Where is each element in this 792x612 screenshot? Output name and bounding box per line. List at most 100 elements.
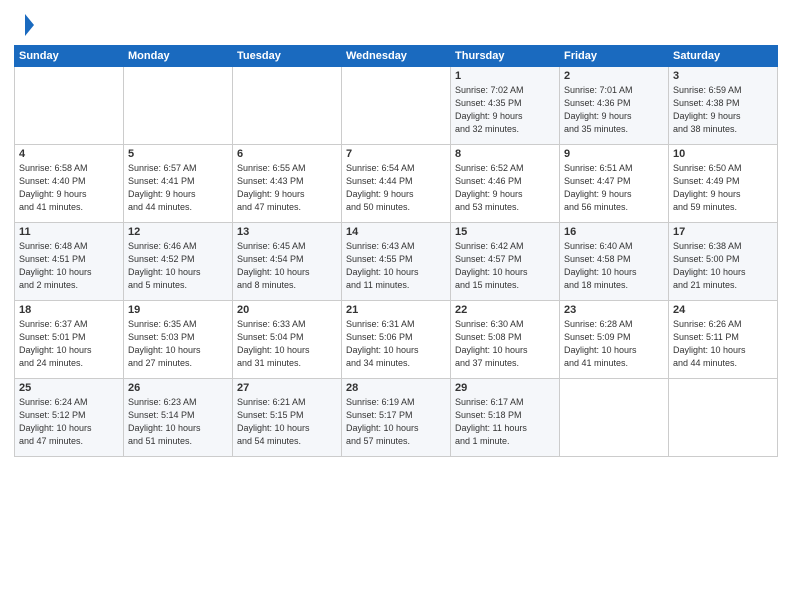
col-header-thursday: Thursday bbox=[451, 45, 560, 66]
day-cell: 27 Sunrise: 6:21 AM Sunset: 5:15 PM Dayli… bbox=[233, 378, 342, 456]
day-cell: 3 Sunrise: 6:59 AM Sunset: 4:38 PM Daylig… bbox=[669, 66, 778, 144]
day-cell bbox=[669, 378, 778, 456]
day-cell: 4 Sunrise: 6:58 AM Sunset: 4:40 PM Daylig… bbox=[15, 144, 124, 222]
day-number: 20 bbox=[237, 304, 337, 316]
day-cell: 25 Sunrise: 6:24 AM Sunset: 5:12 PM Dayli… bbox=[15, 378, 124, 456]
day-cell: 10 Sunrise: 6:50 AM Sunset: 4:49 PM Dayli… bbox=[669, 144, 778, 222]
day-cell: 18Sunrise: 6:37 AM Sunset: 5:01 PM Dayli… bbox=[15, 300, 124, 378]
day-number: 28 bbox=[346, 382, 446, 394]
logo bbox=[14, 14, 34, 41]
day-info: Sunrise: 6:28 AM Sunset: 5:09 PM Dayligh… bbox=[564, 318, 664, 370]
day-number: 17 bbox=[673, 226, 773, 238]
day-number: 24 bbox=[673, 304, 773, 316]
col-header-saturday: Saturday bbox=[669, 45, 778, 66]
day-info: Sunrise: 6:42 AM Sunset: 4:57 PM Dayligh… bbox=[455, 240, 555, 292]
day-number: 26 bbox=[128, 382, 228, 394]
day-cell: 20 Sunrise: 6:33 AM Sunset: 5:04 PM Dayli… bbox=[233, 300, 342, 378]
day-cell: 11Sunrise: 6:48 AM Sunset: 4:51 PM Dayli… bbox=[15, 222, 124, 300]
day-cell: 5Sunrise: 6:57 AM Sunset: 4:41 PM Daylig… bbox=[124, 144, 233, 222]
day-number: 1 bbox=[455, 70, 555, 82]
day-info: Sunrise: 6:26 AM Sunset: 5:11 PM Dayligh… bbox=[673, 318, 773, 370]
day-number: 12 bbox=[128, 226, 228, 238]
day-cell: 22 Sunrise: 6:30 AM Sunset: 5:08 PM Dayli… bbox=[451, 300, 560, 378]
day-cell: 6 Sunrise: 6:55 AM Sunset: 4:43 PM Daylig… bbox=[233, 144, 342, 222]
week-row-2: 4 Sunrise: 6:58 AM Sunset: 4:40 PM Daylig… bbox=[15, 144, 778, 222]
week-row-1: 1 Sunrise: 7:02 AM Sunset: 4:35 PM Daylig… bbox=[15, 66, 778, 144]
day-info: Sunrise: 6:57 AM Sunset: 4:41 PM Dayligh… bbox=[128, 162, 228, 214]
calendar-table: SundayMondayTuesdayWednesdayThursdayFrid… bbox=[14, 45, 778, 457]
week-row-4: 18Sunrise: 6:37 AM Sunset: 5:01 PM Dayli… bbox=[15, 300, 778, 378]
day-info: Sunrise: 6:30 AM Sunset: 5:08 PM Dayligh… bbox=[455, 318, 555, 370]
day-cell: 8 Sunrise: 6:52 AM Sunset: 4:46 PM Daylig… bbox=[451, 144, 560, 222]
day-info: Sunrise: 6:24 AM Sunset: 5:12 PM Dayligh… bbox=[19, 396, 119, 448]
day-cell: 23 Sunrise: 6:28 AM Sunset: 5:09 PM Dayli… bbox=[560, 300, 669, 378]
day-cell: 9Sunrise: 6:51 AM Sunset: 4:47 PM Daylig… bbox=[560, 144, 669, 222]
day-cell bbox=[342, 66, 451, 144]
day-number: 23 bbox=[564, 304, 664, 316]
day-number: 2 bbox=[564, 70, 664, 82]
day-info: Sunrise: 6:59 AM Sunset: 4:38 PM Dayligh… bbox=[673, 84, 773, 136]
day-number: 7 bbox=[346, 148, 446, 160]
day-info: Sunrise: 6:54 AM Sunset: 4:44 PM Dayligh… bbox=[346, 162, 446, 214]
day-info: Sunrise: 6:31 AM Sunset: 5:06 PM Dayligh… bbox=[346, 318, 446, 370]
day-cell: 24 Sunrise: 6:26 AM Sunset: 5:11 PM Dayli… bbox=[669, 300, 778, 378]
day-number: 4 bbox=[19, 148, 119, 160]
day-cell: 13 Sunrise: 6:45 AM Sunset: 4:54 PM Dayli… bbox=[233, 222, 342, 300]
day-number: 29 bbox=[455, 382, 555, 394]
day-info: Sunrise: 7:01 AM Sunset: 4:36 PM Dayligh… bbox=[564, 84, 664, 136]
day-cell bbox=[560, 378, 669, 456]
day-cell: 15Sunrise: 6:42 AM Sunset: 4:57 PM Dayli… bbox=[451, 222, 560, 300]
day-number: 22 bbox=[455, 304, 555, 316]
day-cell bbox=[15, 66, 124, 144]
day-number: 18 bbox=[19, 304, 119, 316]
day-cell bbox=[124, 66, 233, 144]
day-info: Sunrise: 6:21 AM Sunset: 5:15 PM Dayligh… bbox=[237, 396, 337, 448]
day-cell bbox=[233, 66, 342, 144]
col-header-monday: Monday bbox=[124, 45, 233, 66]
day-cell: 29 Sunrise: 6:17 AM Sunset: 5:18 PM Dayli… bbox=[451, 378, 560, 456]
col-header-tuesday: Tuesday bbox=[233, 45, 342, 66]
day-info: Sunrise: 6:35 AM Sunset: 5:03 PM Dayligh… bbox=[128, 318, 228, 370]
day-info: Sunrise: 6:45 AM Sunset: 4:54 PM Dayligh… bbox=[237, 240, 337, 292]
day-cell: 2 Sunrise: 7:01 AM Sunset: 4:36 PM Daylig… bbox=[560, 66, 669, 144]
day-cell: 7 Sunrise: 6:54 AM Sunset: 4:44 PM Daylig… bbox=[342, 144, 451, 222]
header-row bbox=[14, 10, 778, 41]
day-info: Sunrise: 6:58 AM Sunset: 4:40 PM Dayligh… bbox=[19, 162, 119, 214]
day-info: Sunrise: 7:02 AM Sunset: 4:35 PM Dayligh… bbox=[455, 84, 555, 136]
day-number: 13 bbox=[237, 226, 337, 238]
day-number: 27 bbox=[237, 382, 337, 394]
day-info: Sunrise: 6:43 AM Sunset: 4:55 PM Dayligh… bbox=[346, 240, 446, 292]
week-row-3: 11Sunrise: 6:48 AM Sunset: 4:51 PM Dayli… bbox=[15, 222, 778, 300]
day-number: 10 bbox=[673, 148, 773, 160]
day-cell: 26 Sunrise: 6:23 AM Sunset: 5:14 PM Dayli… bbox=[124, 378, 233, 456]
day-number: 11 bbox=[19, 226, 119, 238]
day-number: 3 bbox=[673, 70, 773, 82]
day-info: Sunrise: 6:33 AM Sunset: 5:04 PM Dayligh… bbox=[237, 318, 337, 370]
col-header-wednesday: Wednesday bbox=[342, 45, 451, 66]
header-row-days: SundayMondayTuesdayWednesdayThursdayFrid… bbox=[15, 45, 778, 66]
day-number: 6 bbox=[237, 148, 337, 160]
day-info: Sunrise: 6:50 AM Sunset: 4:49 PM Dayligh… bbox=[673, 162, 773, 214]
day-number: 8 bbox=[455, 148, 555, 160]
day-cell: 12 Sunrise: 6:46 AM Sunset: 4:52 PM Dayli… bbox=[124, 222, 233, 300]
col-header-sunday: Sunday bbox=[15, 45, 124, 66]
page: SundayMondayTuesdayWednesdayThursdayFrid… bbox=[0, 0, 792, 467]
day-info: Sunrise: 6:40 AM Sunset: 4:58 PM Dayligh… bbox=[564, 240, 664, 292]
day-cell: 17Sunrise: 6:38 AM Sunset: 5:00 PM Dayli… bbox=[669, 222, 778, 300]
day-cell: 21Sunrise: 6:31 AM Sunset: 5:06 PM Dayli… bbox=[342, 300, 451, 378]
day-cell: 16 Sunrise: 6:40 AM Sunset: 4:58 PM Dayli… bbox=[560, 222, 669, 300]
day-cell: 14 Sunrise: 6:43 AM Sunset: 4:55 PM Dayli… bbox=[342, 222, 451, 300]
day-cell: 28 Sunrise: 6:19 AM Sunset: 5:17 PM Dayli… bbox=[342, 378, 451, 456]
day-number: 14 bbox=[346, 226, 446, 238]
day-number: 25 bbox=[19, 382, 119, 394]
day-info: Sunrise: 6:55 AM Sunset: 4:43 PM Dayligh… bbox=[237, 162, 337, 214]
day-info: Sunrise: 6:17 AM Sunset: 5:18 PM Dayligh… bbox=[455, 396, 555, 448]
day-number: 16 bbox=[564, 226, 664, 238]
day-cell: 1 Sunrise: 7:02 AM Sunset: 4:35 PM Daylig… bbox=[451, 66, 560, 144]
day-info: Sunrise: 6:23 AM Sunset: 5:14 PM Dayligh… bbox=[128, 396, 228, 448]
day-info: Sunrise: 6:52 AM Sunset: 4:46 PM Dayligh… bbox=[455, 162, 555, 214]
day-info: Sunrise: 6:46 AM Sunset: 4:52 PM Dayligh… bbox=[128, 240, 228, 292]
day-number: 9 bbox=[564, 148, 664, 160]
day-cell: 19Sunrise: 6:35 AM Sunset: 5:03 PM Dayli… bbox=[124, 300, 233, 378]
day-info: Sunrise: 6:19 AM Sunset: 5:17 PM Dayligh… bbox=[346, 396, 446, 448]
